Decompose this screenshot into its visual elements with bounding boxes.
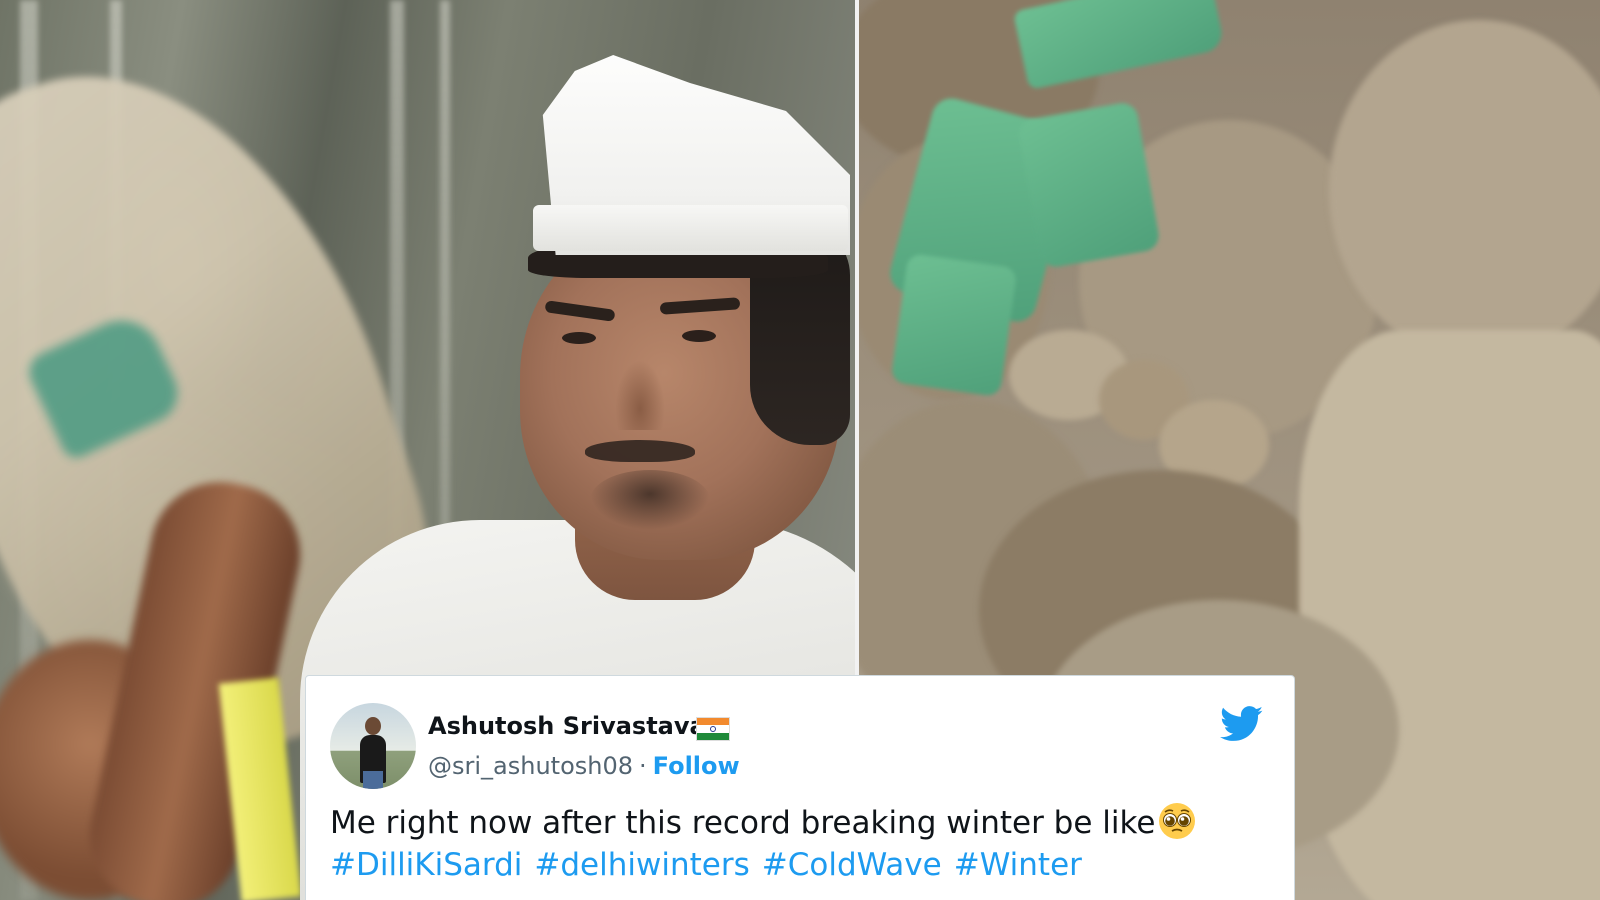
india-flag-icon: [696, 717, 730, 741]
green-cloth-patch: [1012, 0, 1226, 90]
tweet-text: Me right now after this record breaking …: [330, 801, 1197, 844]
follow-button[interactable]: Follow: [653, 752, 740, 780]
avatar-legs: [363, 771, 383, 789]
green-cloth-patch: [890, 252, 1018, 398]
mustache: [585, 440, 695, 462]
display-name[interactable]: Ashutosh Srivastava: [428, 712, 706, 740]
hashtag-link[interactable]: #DilliKiSardi: [330, 847, 522, 883]
hashtags: #DilliKiSardi #delhiwinters #ColdWave #Wint…: [330, 844, 1094, 886]
beard: [590, 470, 710, 530]
green-cloth-patch: [1016, 100, 1162, 270]
pleading-face-emoji-icon: [1159, 803, 1196, 839]
tweet-body: Me right now after this record breaking …: [330, 805, 1156, 841]
hashtag-link[interactable]: #Winter: [954, 847, 1082, 883]
avatar-head: [365, 717, 381, 735]
hashtag-link[interactable]: #ColdWave: [762, 847, 942, 883]
nose: [615, 360, 665, 430]
left-eye: [562, 332, 596, 344]
cap-band: [533, 205, 848, 251]
hashtag-link[interactable]: #delhiwinters: [534, 847, 749, 883]
handle-row: @sri_ashutosh08 · Follow: [428, 752, 740, 780]
avatar[interactable]: [330, 703, 416, 789]
twitter-bird-icon[interactable]: [1220, 706, 1264, 742]
user-handle[interactable]: @sri_ashutosh08: [428, 752, 633, 780]
separator: ·: [639, 752, 647, 780]
meme-image: Ashutosh Srivastava @sri_ashutosh08 · Foll…: [0, 0, 1600, 900]
tweet-card[interactable]: Ashutosh Srivastava @sri_ashutosh08 · Foll…: [305, 675, 1295, 900]
right-eye: [682, 330, 716, 342]
